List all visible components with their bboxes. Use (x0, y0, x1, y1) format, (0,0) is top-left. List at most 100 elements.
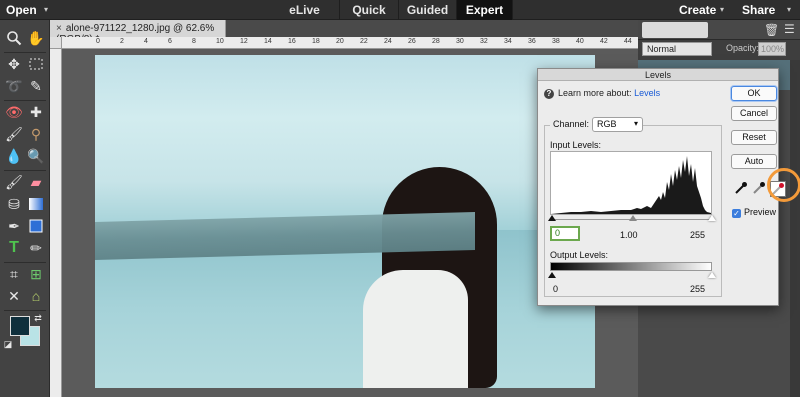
pencil-tool-icon[interactable]: ✏ (26, 238, 46, 258)
document-tab[interactable]: ×alone-971122_1280.jpg @ 62.6% (RGB/8) * (50, 20, 226, 45)
horizontal-ruler[interactable]: 0 2 4 6 8 10 12 14 16 18 20 22 24 26 28 30 32 34 36 38 40 42 4… (62, 37, 656, 49)
create-dropdown-icon[interactable]: ▾ (720, 5, 724, 14)
create-button[interactable]: Create (679, 3, 716, 17)
help-icon[interactable]: ? (544, 89, 554, 99)
levels-dialog: Levels ? Learn more about: Levels OK Canc… (537, 68, 786, 306)
preview-checkbox[interactable]: ✓ (732, 209, 741, 218)
ruler-tick: 2 (120, 38, 124, 45)
ruler-tick: 8 (192, 38, 196, 45)
layers-scrollbar[interactable] (790, 60, 800, 397)
open-dropdown-icon[interactable]: ▾ (44, 5, 48, 14)
ruler-tick: 4 (144, 38, 148, 45)
image-sky (95, 55, 595, 235)
histogram-graph (551, 156, 711, 214)
blur-tool-icon[interactable]: 💧 (4, 146, 24, 166)
opacity-field[interactable]: 100% (758, 42, 786, 56)
layers-tab[interactable] (642, 22, 708, 38)
preview-label: Preview (744, 207, 777, 217)
black-point-eyedropper-icon[interactable] (733, 181, 749, 197)
preview-option[interactable]: ✓ Preview (732, 207, 776, 218)
ruler-tick: 6 (168, 38, 172, 45)
move-tool-icon[interactable]: ✥ (4, 54, 24, 74)
input-white-slider[interactable] (708, 215, 716, 221)
learn-more: ? Learn more about: Levels (544, 88, 660, 99)
channel-value: RGB (597, 119, 617, 129)
input-black-slider[interactable] (548, 215, 556, 221)
ruler-tick: 44 (624, 38, 632, 45)
vertical-ruler[interactable] (50, 49, 62, 397)
output-white-field[interactable]: 255 (690, 284, 705, 294)
tab-elive[interactable]: eLive (270, 0, 340, 20)
panel-menu-icon[interactable]: ☰ (784, 22, 795, 36)
learn-more-text: Learn more about: (558, 88, 632, 98)
ruler-tick: 36 (528, 38, 536, 45)
hand-tool-icon[interactable]: ✋ (26, 28, 46, 48)
paint-bucket-tool-icon[interactable]: ⛁ (4, 194, 24, 214)
opacity-label: Opacity: (726, 43, 760, 53)
output-black-field[interactable]: 0 (553, 284, 558, 294)
sponge-tool-icon[interactable]: 🔍 (26, 146, 46, 166)
lasso-tool-icon[interactable]: ➰ (4, 76, 24, 96)
gray-point-eyedropper-icon[interactable] (751, 181, 767, 197)
learn-more-link[interactable]: Levels (634, 88, 660, 98)
share-dropdown-icon[interactable]: ▾ (787, 5, 791, 14)
ruler-tick: 34 (504, 38, 512, 45)
ruler-tick: 20 (336, 38, 344, 45)
brush-tool-icon[interactable]: 🖌 (4, 172, 24, 192)
output-black-slider[interactable] (548, 272, 556, 278)
toolbox-divider (4, 170, 46, 171)
channel-select[interactable]: RGB ▾ (592, 117, 643, 132)
crop-tool-icon[interactable]: ⌗ (4, 264, 24, 284)
open-button[interactable]: Open (6, 3, 37, 17)
clone-stamp-tool-icon[interactable]: ⚲ (26, 124, 46, 144)
marquee-tool-icon[interactable] (26, 54, 46, 74)
quick-selection-tool-icon[interactable]: ✎ (26, 76, 46, 96)
tab-quick[interactable]: Quick (340, 0, 399, 20)
foreground-color-swatch[interactable] (10, 316, 30, 336)
output-levels-label: Output Levels: (550, 250, 609, 260)
input-midtone-field[interactable]: 1.00 (620, 230, 638, 240)
swap-colors-icon[interactable]: ⇄ (32, 312, 44, 324)
share-button[interactable]: Share (742, 3, 775, 17)
red-eye-tool-icon[interactable]: 👁 (4, 102, 24, 122)
zoom-tool-icon[interactable] (4, 28, 24, 48)
output-white-slider[interactable] (708, 272, 716, 278)
ruler-tick: 24 (384, 38, 392, 45)
tab-expert[interactable]: Expert (457, 0, 513, 20)
custom-shape-tool-icon[interactable] (26, 216, 46, 236)
reset-button[interactable]: Reset (731, 130, 777, 145)
blend-mode-select[interactable]: Normal (642, 42, 712, 56)
tab-guided[interactable]: Guided (399, 0, 457, 20)
cancel-button[interactable]: Cancel (731, 106, 777, 121)
trash-icon[interactable]: 🗑 (764, 23, 779, 37)
dialog-title[interactable]: Levels (538, 69, 778, 81)
toolbox-divider (4, 52, 46, 53)
ruler-origin[interactable] (50, 37, 62, 49)
spot-healing-tool-icon[interactable]: ✚ (26, 102, 46, 122)
channel-label: Channel: (550, 119, 593, 129)
eraser-tool-icon[interactable]: ▰ (26, 172, 46, 192)
default-colors-icon[interactable]: ◪ (2, 338, 14, 350)
ok-button[interactable]: OK (731, 86, 777, 101)
recompose-tool-icon[interactable]: ⊞ (26, 264, 46, 284)
input-white-field[interactable]: 255 (690, 230, 705, 240)
ruler-tick: 40 (576, 38, 584, 45)
straighten-tool-icon[interactable]: ⌂ (26, 286, 46, 306)
ruler-tick: 0 (96, 38, 100, 45)
close-document-icon[interactable]: × (56, 23, 62, 34)
toolbox-divider (4, 262, 46, 263)
input-black-field[interactable]: 0 (550, 226, 580, 241)
document-image[interactable] (95, 55, 595, 388)
content-aware-move-tool-icon[interactable]: ✕ (4, 286, 24, 306)
smart-brush-tool-icon[interactable]: 🖌 (4, 124, 24, 144)
type-tool-icon[interactable]: T (4, 238, 24, 258)
color-picker-tool-icon[interactable]: ✒ (4, 216, 24, 236)
ruler-tick: 22 (360, 38, 368, 45)
ruler-tick: 12 (240, 38, 248, 45)
input-midtone-slider[interactable] (629, 215, 637, 221)
auto-button[interactable]: Auto (731, 154, 777, 169)
gradient-tool-icon[interactable] (26, 194, 46, 214)
ruler-tick: 10 (216, 38, 224, 45)
input-levels-label: Input Levels: (550, 140, 602, 150)
image-shirt (363, 270, 468, 388)
